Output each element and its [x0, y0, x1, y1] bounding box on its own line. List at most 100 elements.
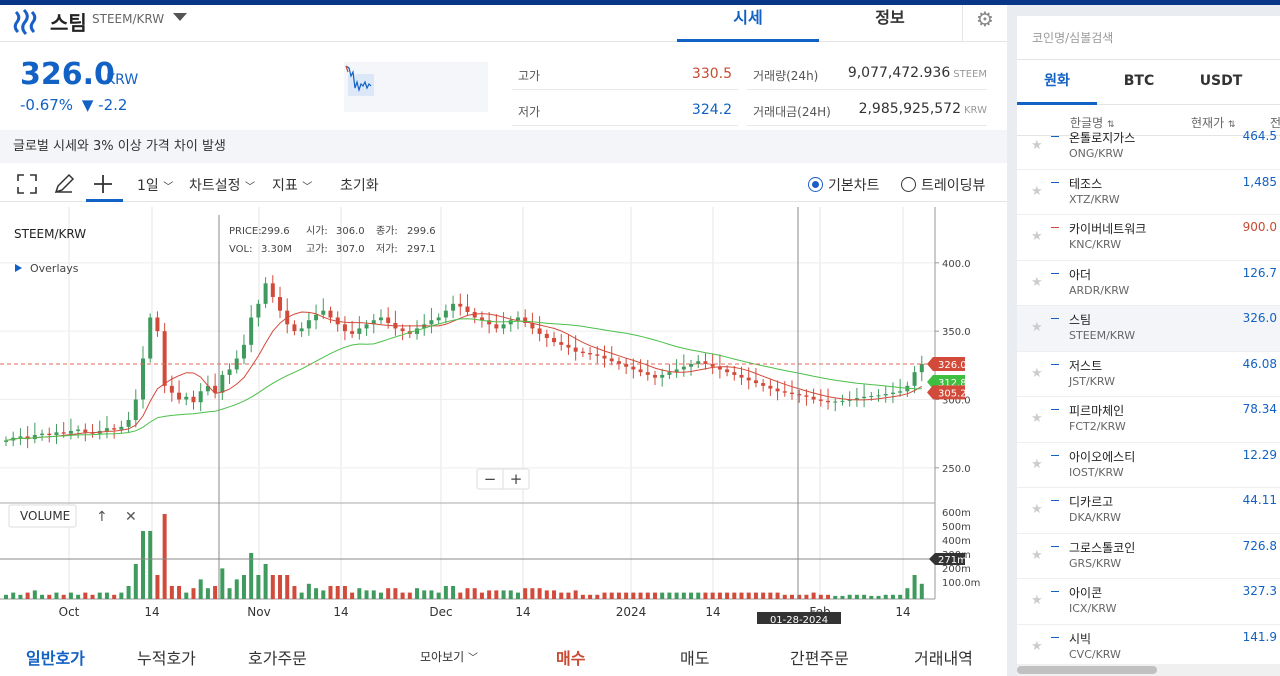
coin-row[interactable]: ★ 테조스 XTZ/KRW 1,485	[1017, 170, 1280, 215]
grouping-dropdown[interactable]: 모아보기 ﹀	[420, 648, 478, 665]
coin-search-input[interactable]: 코인명/심볼검색	[1017, 16, 1280, 60]
close-icon[interactable]: ✕	[125, 509, 137, 525]
arrow-up-icon[interactable]: ↑	[96, 509, 108, 525]
candle-body	[854, 398, 859, 400]
main-panel: 스팀 STEEM/KRW 시세 정보 ⚙ 326.0 KRW -0.67% ▼ …	[0, 5, 1007, 676]
trend-mark	[1051, 409, 1059, 410]
coin-select-dropdown-icon[interactable]	[173, 13, 187, 21]
tab-info[interactable]: 정보	[819, 5, 961, 42]
star-icon[interactable]: ★	[1031, 138, 1043, 153]
candle-body	[184, 396, 189, 400]
volume-bar	[97, 592, 102, 599]
volume-bar	[530, 588, 535, 599]
volume-bar	[422, 590, 427, 599]
star-icon[interactable]: ★	[1031, 275, 1043, 290]
coin-row[interactable]: ★ 그로스톨코인 GRS/KRW 726.8	[1017, 534, 1280, 579]
horizontal-scrollbar[interactable]	[1017, 664, 1280, 676]
coin-row[interactable]: ★ 저스트 JST/KRW 46.08	[1017, 352, 1280, 397]
coin-row[interactable]: ★ 피르마체인 FCT2/KRW 78.34	[1017, 397, 1280, 443]
star-icon[interactable]: ★	[1031, 229, 1043, 244]
trading-view-radio[interactable]: 트레이딩뷰	[901, 175, 985, 195]
radio-selected-icon	[808, 177, 823, 192]
star-icon[interactable]: ★	[1031, 411, 1043, 426]
scrollbar-thumb[interactable]	[1017, 666, 1157, 674]
coin-list: ★ 온톨로지가스 ONG/KRW 464.5 ★ 테조스 XTZ/KRW 1,485 ★ 카이버네…	[1017, 124, 1280, 664]
chart-symbol: STEEM/KRW	[14, 227, 86, 241]
coin-row[interactable]: ★ 아이오에스티 IOST/KRW 12.29	[1017, 443, 1280, 488]
chart-settings-dropdown[interactable]: 차트설정 ﹀	[189, 175, 255, 195]
pencil-icon[interactable]	[53, 173, 75, 195]
candle-body	[703, 361, 708, 364]
price-unit: KRW	[106, 72, 139, 88]
info-high: 307.0	[336, 244, 365, 255]
star-icon[interactable]: ★	[1031, 548, 1043, 563]
gear-icon[interactable]: ⚙	[962, 5, 1007, 42]
zoom-out-button[interactable]: −	[484, 470, 497, 488]
x-tick-label: 14	[895, 605, 910, 619]
star-icon[interactable]: ★	[1031, 502, 1043, 517]
high-value: 330.5	[691, 66, 732, 82]
coin-row[interactable]: ★ 카이버네트워크 KNC/KRW 900.0	[1017, 215, 1280, 261]
y-tick-label: 350.0	[942, 327, 971, 338]
interval-dropdown[interactable]: 1일 ﹀	[137, 175, 173, 195]
star-icon[interactable]: ★	[1031, 320, 1043, 335]
tab-sell[interactable]: 매도	[680, 645, 709, 669]
tab-orderbook-order[interactable]: 호가주문	[248, 645, 307, 669]
coin-row[interactable]: ★ 스팀 STEEM/KRW 326.0	[1017, 306, 1280, 352]
trend-mark	[1051, 272, 1059, 274]
star-icon[interactable]: ★	[1031, 457, 1043, 472]
volume-bar	[703, 592, 708, 599]
coin-pair: STEEM/KRW	[92, 12, 165, 26]
volume-bar	[566, 592, 571, 599]
coin-row[interactable]: ★ 디카르고 DKA/KRW 44.11	[1017, 488, 1280, 534]
coin-row[interactable]: ★ 시빅 CVC/KRW 141.9	[1017, 625, 1280, 665]
volume-bar	[552, 590, 557, 599]
volume-bar	[429, 590, 434, 599]
candle-body	[155, 317, 160, 332]
tab-general-orderbook[interactable]: 일반호가	[26, 645, 85, 669]
tab-cumulative-orderbook[interactable]: 누적호가	[137, 645, 196, 669]
reset-button[interactable]: 초기화	[340, 175, 379, 195]
star-icon[interactable]: ★	[1031, 184, 1043, 199]
tab-usdt[interactable]: USDT	[1181, 60, 1261, 105]
volume-bar	[126, 586, 131, 599]
candle-body	[18, 436, 23, 438]
high-label: 고가	[518, 69, 541, 83]
coin-row-name: 스팀	[1069, 313, 1092, 327]
tab-krw[interactable]: 원화	[1017, 60, 1097, 105]
indicators-dropdown[interactable]: 지표 ﹀	[272, 175, 312, 195]
price-chart[interactable]: 400.0 350.0 300.0 250.0 326.0 312.8 305.2 600m 5…	[0, 207, 1007, 626]
candle-body	[400, 328, 405, 332]
candlestick-chart-svg[interactable]: 400.0350.0300.0250.0326.0312.8305.2600m5…	[0, 207, 1007, 626]
volume-bar	[544, 590, 549, 599]
fullscreen-icon[interactable]	[16, 173, 38, 195]
coin-row-price: 126.7	[1242, 265, 1277, 280]
candle-body	[552, 338, 557, 343]
volume-bar	[119, 592, 124, 599]
tab-buy[interactable]: 매수	[556, 645, 585, 669]
tab-simple-order[interactable]: 간편주문	[790, 645, 849, 669]
coin-row[interactable]: ★ 아이콘 ICX/KRW 327.3	[1017, 579, 1280, 625]
coin-row[interactable]: ★ 아더 ARDR/KRW 126.7	[1017, 261, 1280, 306]
candle-body	[328, 310, 333, 318]
trend-mark	[1051, 454, 1059, 456]
volume-bar	[739, 592, 744, 599]
tab-trade-history[interactable]: 거래내역	[914, 645, 973, 669]
volume-bar	[746, 592, 751, 599]
chart-toolbar: 1일 ﹀ 차트설정 ﹀ 지표 ﹀ 초기화 기본차트 트레이딩뷰	[0, 168, 1007, 202]
basic-chart-radio[interactable]: 기본차트	[808, 175, 880, 195]
tab-btc[interactable]: BTC	[1099, 60, 1179, 105]
star-icon[interactable]: ★	[1031, 639, 1043, 654]
volume-bar	[472, 588, 477, 599]
coin-row[interactable]: ★ 온톨로지가스 ONG/KRW 464.5	[1017, 124, 1280, 170]
volume-bar	[191, 588, 196, 599]
tab-quote[interactable]: 시세	[677, 5, 819, 42]
zoom-in-button[interactable]: +	[510, 470, 523, 488]
volume-bar	[328, 586, 333, 599]
info-open: 306.0	[336, 226, 365, 237]
coin-row-pair: DKA/KRW	[1069, 511, 1122, 524]
star-icon[interactable]: ★	[1031, 593, 1043, 608]
volume-bar	[660, 592, 665, 599]
star-icon[interactable]: ★	[1031, 366, 1043, 381]
crosshair-icon[interactable]	[92, 173, 114, 195]
